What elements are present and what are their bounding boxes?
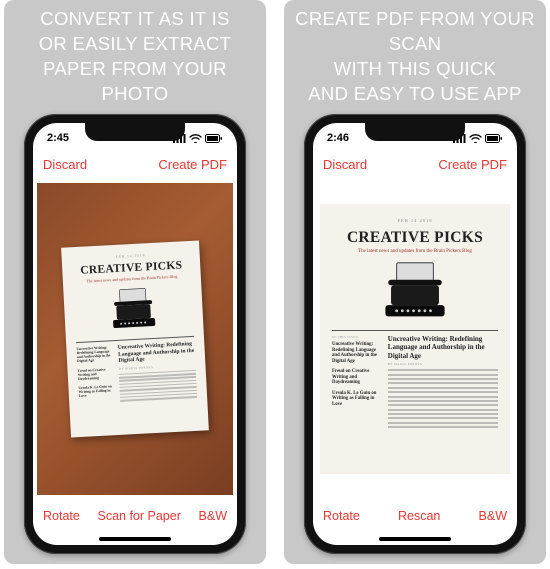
discard-button[interactable]: Discard xyxy=(43,157,87,172)
extracted-paper: FEB 14 2018 CREATIVE PICKS The latest ne… xyxy=(320,204,510,474)
doc-article: Uncreative Writing: Redefining Language … xyxy=(118,341,199,425)
nav-bar: Discard Create PDF xyxy=(33,149,237,179)
promo-text: CREATE PDF FROM YOUR SCAN WITH THIS QUIC… xyxy=(294,18,536,96)
sidebar-label: IN THIS ISSUE xyxy=(332,335,382,339)
doc-sidebar: Uncreative Writing: Redefining Language … xyxy=(76,345,116,427)
nav-bar: Discard Create PDF xyxy=(313,149,517,179)
phone-screen: 2:46 Discard Create PDF FEB 14 2018 CREA… xyxy=(313,123,517,545)
create-pdf-button[interactable]: Create PDF xyxy=(158,157,227,172)
typewriter-image xyxy=(103,286,163,333)
doc-date: FEB 14 2018 xyxy=(332,218,498,223)
phone-frame: 2:45 Discard Create PDF FEB 14 2018 CREA… xyxy=(24,114,246,554)
status-time: 2:45 xyxy=(47,132,69,144)
scan-for-paper-button[interactable]: Scan for Paper xyxy=(97,509,180,523)
promo-card-1: CONVERT IT AS IT IS OR EASILY EXTRACT PA… xyxy=(4,0,266,564)
home-indicator xyxy=(313,533,517,545)
promo-card-2: CREATE PDF FROM YOUR SCAN WITH THIS QUIC… xyxy=(284,0,546,564)
doc-headline: Uncreative Writing: Redefining Language … xyxy=(388,335,498,360)
phone-screen: 2:45 Discard Create PDF FEB 14 2018 CREA… xyxy=(33,123,237,545)
notch xyxy=(85,123,185,141)
typewriter-image xyxy=(374,260,456,322)
phone-frame: 2:46 Discard Create PDF FEB 14 2018 CREA… xyxy=(304,114,526,554)
doc-article: Uncreative Writing: Redefining Language … xyxy=(388,335,498,460)
bw-button[interactable]: B&W xyxy=(199,509,227,523)
rotate-button[interactable]: Rotate xyxy=(323,509,360,523)
doc-byline: BY MARIA POPOVA xyxy=(388,362,498,366)
toolbar: Rotate Rescan B&W xyxy=(313,499,517,533)
notch xyxy=(365,123,465,141)
scan-preview: FEB 14 2018 CREATIVE PICKS The latest ne… xyxy=(313,179,517,499)
wood-background: FEB 14 2018 CREATIVE PICKS The latest ne… xyxy=(37,183,233,495)
promo-text: CONVERT IT AS IT IS OR EASILY EXTRACT PA… xyxy=(14,18,256,96)
scan-preview: FEB 14 2018 CREATIVE PICKS The latest ne… xyxy=(33,179,237,499)
doc-title: CREATIVE PICKS xyxy=(332,229,498,247)
battery-icon xyxy=(205,134,223,143)
status-time: 2:46 xyxy=(327,132,349,144)
battery-icon xyxy=(485,134,503,143)
toolbar: Rotate Scan for Paper B&W xyxy=(33,499,237,533)
rotate-button[interactable]: Rotate xyxy=(43,509,80,523)
wifi-icon xyxy=(469,134,482,143)
doc-headline: Uncreative Writing: Redefining Language … xyxy=(118,341,196,365)
rescan-button[interactable]: Rescan xyxy=(398,509,440,523)
bw-button[interactable]: B&W xyxy=(479,509,507,523)
scanned-paper: FEB 14 2018 CREATIVE PICKS The latest ne… xyxy=(61,241,209,438)
wifi-icon xyxy=(189,134,202,143)
home-indicator xyxy=(33,533,237,545)
doc-sidebar: IN THIS ISSUE Uncreative Writing: Redefi… xyxy=(332,335,382,460)
doc-subtitle: The latest news and updates from the Bra… xyxy=(332,249,498,254)
discard-button[interactable]: Discard xyxy=(323,157,367,172)
create-pdf-button[interactable]: Create PDF xyxy=(438,157,507,172)
